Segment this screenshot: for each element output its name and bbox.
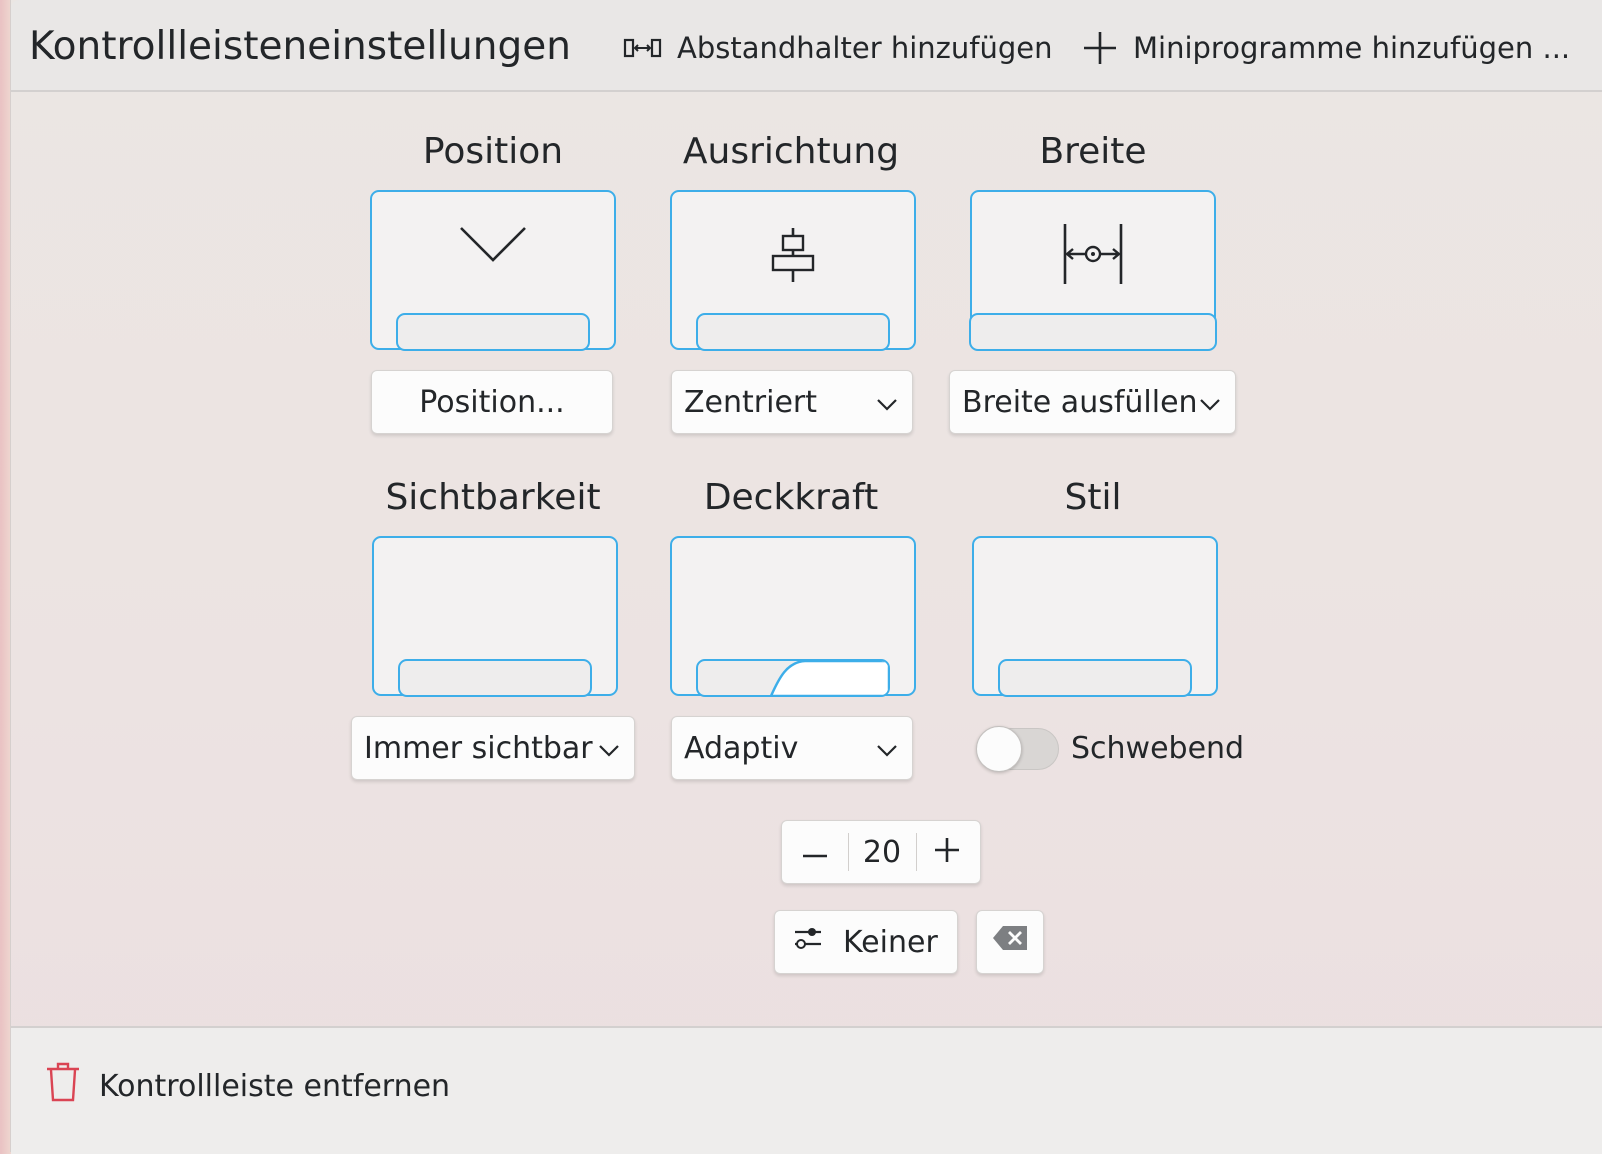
panel-preview-bar xyxy=(969,313,1217,351)
configure-icon xyxy=(793,924,823,960)
plus-icon xyxy=(1081,29,1119,67)
position-title: Position xyxy=(422,131,564,172)
add-spacer-label: Abstandhalter hinzufügen xyxy=(677,31,1053,65)
alignment-title: Ausrichtung xyxy=(682,131,900,172)
minus-icon xyxy=(801,843,829,862)
panel-preview-bar xyxy=(396,313,590,351)
add-spacer-button[interactable]: Abstandhalter hinzufügen xyxy=(623,20,1053,76)
decrement-button[interactable] xyxy=(782,821,848,883)
visibility-preview[interactable] xyxy=(372,536,618,697)
panel-preview-bar xyxy=(696,313,890,351)
add-widgets-button[interactable]: Miniprogramme hinzufügen ... xyxy=(1081,20,1570,76)
align-center-icon xyxy=(672,226,914,284)
width-selected: Breite ausfüllen xyxy=(962,384,1198,420)
position-preview[interactable] xyxy=(370,190,616,351)
alignment-dropdown[interactable]: Zentriert xyxy=(671,370,913,434)
remove-panel-label: Kontrollleiste entfernen xyxy=(99,1068,451,1104)
floating-toggle-label: Schwebend xyxy=(1071,731,1245,766)
opacity-dropdown[interactable]: Adaptiv xyxy=(671,716,913,780)
backspace-icon xyxy=(991,924,1029,960)
width-dropdown[interactable]: Breite ausfüllen xyxy=(949,370,1236,434)
width-preview[interactable] xyxy=(969,190,1217,351)
height-value[interactable]: 20 xyxy=(848,821,916,883)
alignment-preview[interactable] xyxy=(670,190,916,351)
alignment-selected: Zentriert xyxy=(684,384,818,420)
panel-preview-bar xyxy=(696,659,890,697)
visibility-title: Sichtbarkeit xyxy=(385,477,601,518)
height-spinbox: 20 xyxy=(781,820,981,884)
visibility-dropdown[interactable]: Immer sichtbar xyxy=(351,716,635,780)
spacer-icon xyxy=(623,36,663,60)
chevron-down-icon xyxy=(876,731,898,766)
add-widgets-label: Miniprogramme hinzufügen ... xyxy=(1133,31,1571,65)
position-button[interactable]: Position... xyxy=(371,370,613,434)
width-title: Breite xyxy=(1039,131,1147,172)
opacity-selected: Adaptiv xyxy=(684,730,799,766)
shortcut-label: Keiner xyxy=(843,924,938,960)
trash-icon xyxy=(45,1062,81,1110)
chevron-down-icon xyxy=(876,385,898,420)
floating-toggle[interactable] xyxy=(976,726,1059,772)
visibility-selected: Immer sichtbar xyxy=(364,730,593,766)
remove-panel-button[interactable]: Kontrollleiste entfernen xyxy=(45,1062,450,1110)
toggle-knob xyxy=(976,726,1022,772)
header-bar: Kontrollleisteneinstellungen Abstandhalt… xyxy=(11,0,1602,92)
shortcut-button[interactable]: Keiner xyxy=(774,910,958,974)
page-title: Kontrollleisteneinstellungen xyxy=(29,24,571,69)
panel-preview-bar xyxy=(998,659,1192,697)
chevron-down-icon xyxy=(1199,385,1221,420)
opacity-preview[interactable] xyxy=(670,536,916,697)
fill-width-icon xyxy=(972,222,1214,286)
footer-bar: Kontrollleiste entfernen xyxy=(11,1026,1602,1154)
chevron-down-icon xyxy=(372,222,614,266)
plus-icon xyxy=(933,836,961,868)
style-title: Stil xyxy=(1064,477,1122,518)
chevron-down-icon xyxy=(598,731,620,766)
clear-shortcut-button[interactable] xyxy=(976,910,1044,974)
panel-settings-window: Kontrollleisteneinstellungen Abstandhalt… xyxy=(10,0,1602,1154)
panel-preview-bar xyxy=(398,659,592,697)
opacity-title: Deckkraft xyxy=(703,477,879,518)
position-button-label: Position... xyxy=(419,384,565,420)
style-preview[interactable] xyxy=(972,536,1218,697)
increment-button[interactable] xyxy=(914,821,980,883)
